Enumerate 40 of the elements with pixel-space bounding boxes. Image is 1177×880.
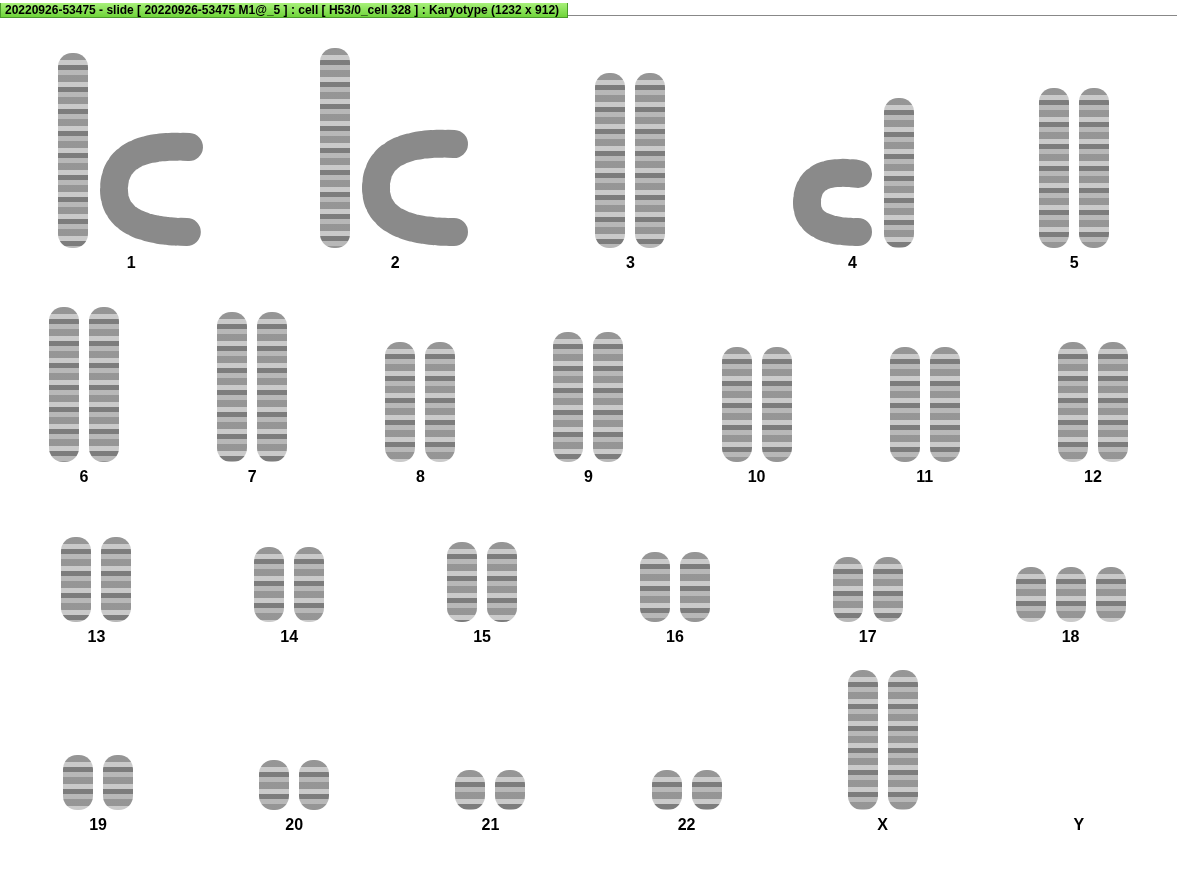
chromosome-number-label: 8 (415, 468, 425, 486)
chromosome-number-label: X (877, 816, 889, 834)
chromosome-number-label: Y (1073, 816, 1085, 834)
chromosome-number-label: 20 (285, 816, 304, 834)
chromosome-number-label: 16 (666, 628, 684, 646)
chromosome-number-label: 13 (87, 628, 106, 646)
chromosome-number-label: 4 (847, 254, 857, 272)
chromosome-image (1055, 567, 1086, 622)
window-title: 20220926-53475 - slide [ 20220926-53475 M1@_5 ] : cell [ H53/0_cell 328 ] : Karyotype (1232 x 912) (0, 3, 569, 18)
chromosome-image (1095, 567, 1126, 622)
chromosome-number-label: 11 (916, 468, 934, 486)
chromosome-number-label: 15 (473, 628, 491, 646)
chromosome-number-label: 7 (247, 468, 257, 486)
chromosome-image (299, 760, 330, 810)
chromosome-image (495, 770, 526, 810)
chromosome-number-label: 18 (1061, 628, 1080, 646)
chromosome-number-label: 2 (390, 254, 400, 272)
chromosome-number-label: 22 (677, 816, 696, 834)
chromosome-image (1015, 567, 1046, 622)
chromosome-image (679, 552, 710, 622)
chromosome-number-label: 19 (89, 816, 107, 834)
chromosome-image (691, 770, 722, 810)
chromosome-number-label: 10 (747, 468, 766, 486)
chromosome-image (259, 760, 290, 810)
chromosome-number-label: 5 (1069, 254, 1079, 272)
chromosome-number-label: 1 (126, 254, 136, 272)
chromosome-image (63, 755, 94, 810)
chromosome-number-label: 21 (481, 816, 500, 834)
chromosome-image (455, 770, 486, 810)
chromosome-image (872, 557, 903, 622)
chromosome-number-label: 14 (280, 628, 299, 646)
chromosome-number-label: 12 (1084, 468, 1102, 486)
chromosome-number-label: 3 (626, 254, 635, 272)
chromosome-number-label: 9 (584, 468, 593, 486)
chromosome-image (639, 552, 670, 622)
chromosome-number-label: 6 (79, 468, 89, 486)
chromosome-image (103, 755, 134, 810)
chromosome-number-label: 17 (858, 628, 877, 646)
chromosome-image (651, 770, 682, 810)
chromosome-image (832, 557, 863, 622)
